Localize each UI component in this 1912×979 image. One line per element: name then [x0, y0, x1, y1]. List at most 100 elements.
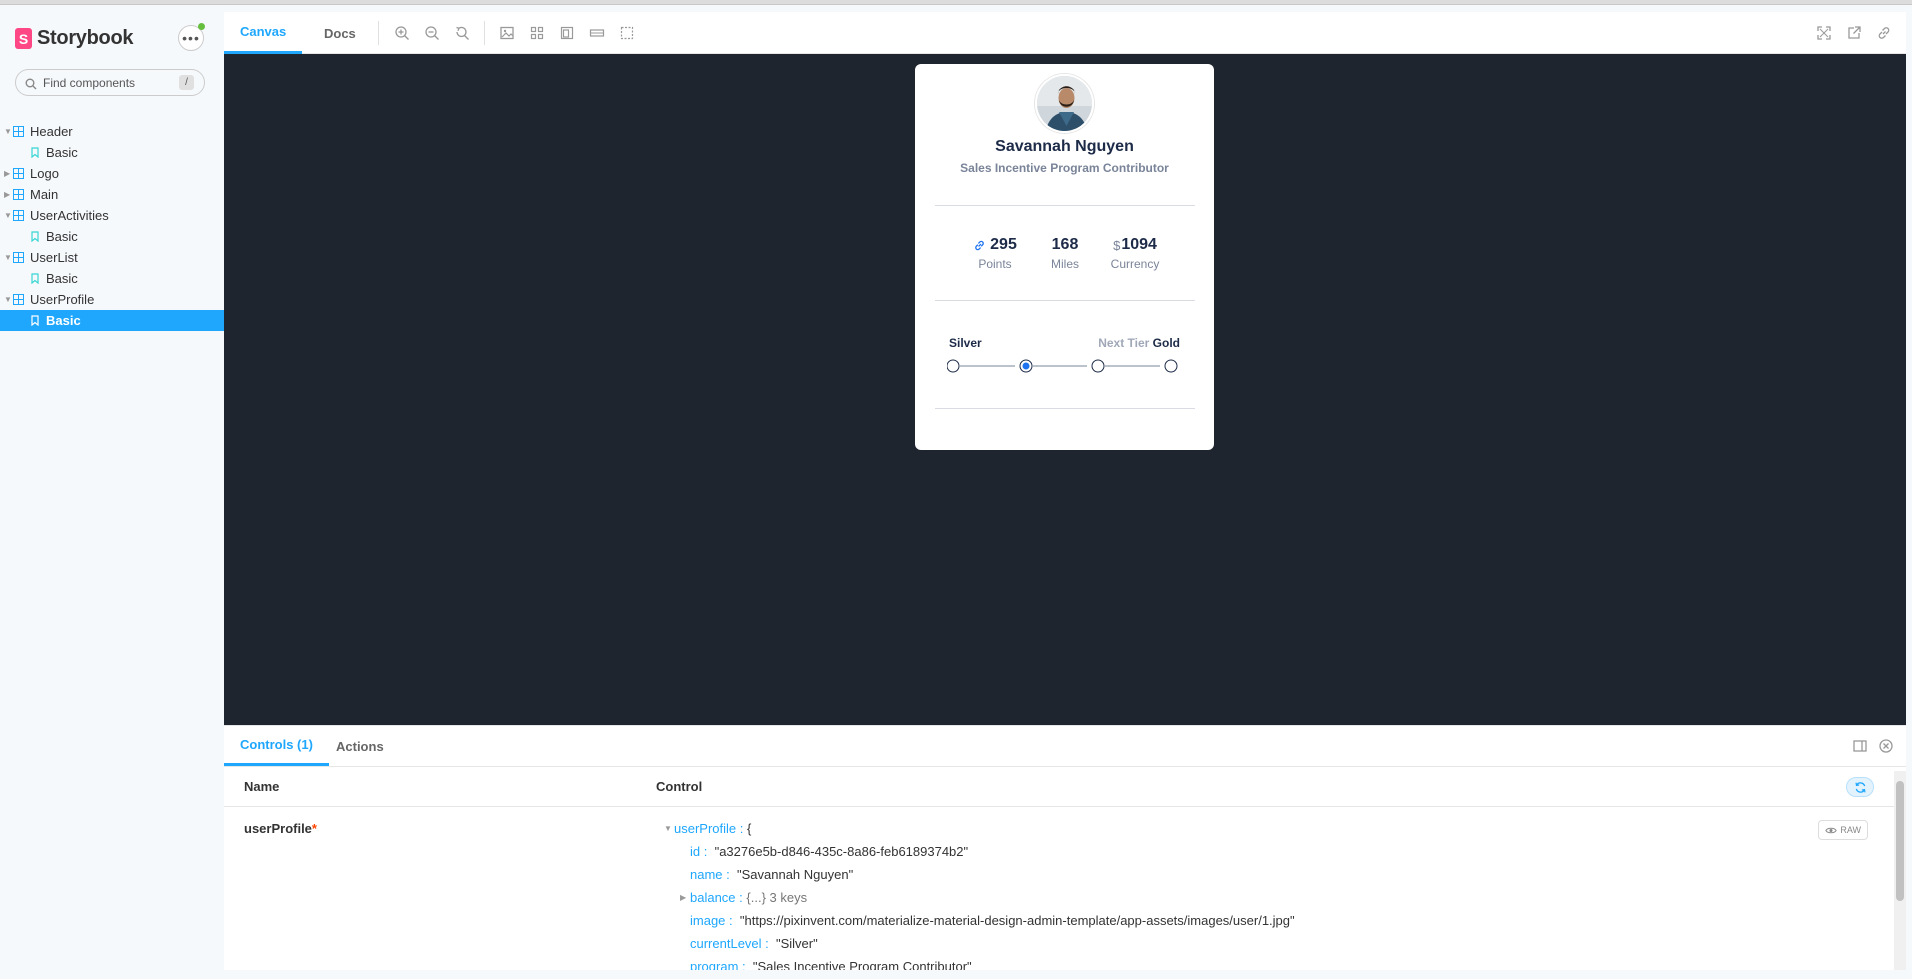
toolbar: Canvas Docs — [224, 12, 1906, 57]
search-input[interactable] — [43, 75, 173, 90]
tab-controls[interactable]: Controls (1) — [224, 726, 329, 766]
tree-item-main[interactable]: ▶ Main — [0, 184, 224, 205]
zoom-reset-icon[interactable] — [454, 25, 470, 41]
stat-value: 168 — [1051, 236, 1079, 253]
user-name: Savannah Nguyen — [995, 138, 1134, 155]
copy-link-icon[interactable] — [1876, 25, 1892, 41]
chevron-down-icon: ▼ — [4, 295, 12, 304]
object-editor[interactable]: ▼ userProfile : { id : "a3276e5b-d846-43… — [660, 819, 1295, 971]
control-name: userProfile* — [244, 821, 317, 836]
search-shortcut-badge: / — [179, 75, 194, 90]
object-property-program[interactable]: program : "Sales Incentive Program Contr… — [690, 957, 1295, 971]
avatar — [1035, 74, 1094, 133]
object-value: "a3276e5b-d846-435c-8a86-feb6189374b2" — [714, 844, 969, 859]
object-collapsed-summary: {...} 3 keys — [746, 890, 808, 905]
tier-stepper — [947, 359, 1178, 373]
update-indicator-badge — [198, 23, 205, 30]
tree-item-userlist[interactable]: ▼ UserList — [0, 247, 224, 268]
tree-item-label: UserList — [30, 250, 78, 265]
controls-table-header: Name Control — [224, 766, 1906, 807]
scrollbar-thumb[interactable] — [1896, 781, 1904, 901]
object-value: "Silver" — [776, 936, 818, 951]
tree-item-story-selected[interactable]: Basic — [0, 310, 224, 331]
search-icon — [25, 77, 37, 89]
object-property-currentlevel[interactable]: currentLevel : "Silver" — [690, 934, 1295, 957]
outline-icon[interactable] — [619, 25, 635, 41]
object-key: id : — [690, 844, 708, 859]
open-new-tab-icon[interactable] — [1846, 25, 1862, 41]
close-icon[interactable] — [1878, 738, 1894, 754]
brand-title: Storybook — [37, 27, 134, 49]
component-icon — [13, 252, 24, 263]
stat-label: Points — [978, 257, 1012, 271]
panel-layout-icon[interactable] — [1852, 738, 1868, 754]
tree-item-header[interactable]: ▼ Header — [0, 121, 224, 142]
chevron-down-icon[interactable]: ▼ — [664, 819, 672, 839]
tree-item-story[interactable]: Basic — [0, 226, 224, 247]
divider — [935, 408, 1195, 409]
step-3 — [1091, 359, 1105, 373]
required-marker: * — [311, 821, 317, 836]
tree-item-story[interactable]: Basic — [0, 268, 224, 289]
component-icon — [13, 210, 24, 221]
user-profile-card: Savannah Nguyen Sales Incentive Program … — [915, 64, 1214, 450]
object-brace: { — [747, 821, 752, 836]
zoom-out-icon[interactable] — [424, 25, 440, 41]
object-value: "https://pixinvent.com/materialize-mater… — [739, 913, 1295, 928]
chevron-down-icon: ▼ — [4, 253, 12, 262]
tree-item-label: Basic — [46, 313, 81, 328]
tree-item-label: Header — [30, 124, 73, 139]
object-value: "Savannah Nguyen" — [736, 867, 854, 882]
object-key: name : — [690, 867, 730, 882]
reset-controls-button[interactable] — [1846, 777, 1874, 797]
stat-points: 295 Points — [965, 236, 1025, 271]
divider — [935, 205, 1195, 206]
step-4 — [1164, 359, 1178, 373]
bookmark-icon — [31, 231, 39, 242]
bookmark-icon — [31, 273, 39, 284]
background-icon[interactable] — [499, 25, 515, 57]
object-key: image : — [690, 913, 733, 928]
control-name-label: userProfile — [244, 821, 312, 836]
component-icon — [13, 189, 24, 200]
raw-toggle-button[interactable]: RAW — [1818, 820, 1868, 840]
tree-item-userprofile[interactable]: ▼ UserProfile — [0, 289, 224, 310]
dollar-icon: $ — [1113, 237, 1121, 253]
brand[interactable]: S Storybook — [15, 27, 134, 50]
search-box: / — [15, 69, 205, 96]
column-header-control: Control — [656, 779, 703, 794]
tab-actions[interactable]: Actions — [328, 726, 392, 766]
object-property-name[interactable]: name : "Savannah Nguyen" — [690, 865, 1295, 888]
object-root-line[interactable]: ▼ userProfile : { — [664, 819, 1295, 842]
object-property-balance[interactable]: ▶ balance : {...} 3 keys — [680, 888, 1295, 911]
bookmark-icon — [31, 147, 39, 158]
sidebar: S Storybook ••• / ▼ Header Basic ▶ Logo … — [0, 5, 224, 979]
grid-icon[interactable] — [529, 25, 545, 41]
component-icon — [13, 168, 24, 179]
tree-item-label: UserProfile — [30, 292, 95, 307]
raw-label: RAW — [1840, 825, 1861, 835]
chevron-right-icon[interactable]: ▶ — [680, 888, 686, 908]
link-icon — [975, 240, 984, 250]
object-property-image[interactable]: image : "https://pixinvent.com/materiali… — [690, 911, 1295, 934]
object-property-id[interactable]: id : "a3276e5b-d846-435c-8a86-feb6189374… — [690, 842, 1295, 865]
component-icon — [13, 126, 24, 137]
object-key: userProfile : — [674, 821, 744, 836]
next-tier: Next Tier Gold — [1098, 336, 1180, 350]
tree-item-logo[interactable]: ▶ Logo — [0, 163, 224, 184]
refresh-icon — [1854, 781, 1866, 793]
tree-item-label: Basic — [46, 145, 78, 160]
tree-item-story[interactable]: Basic — [0, 142, 224, 163]
column-header-name: Name — [244, 779, 280, 794]
tree-item-useractivities[interactable]: ▼ UserActivities — [0, 205, 224, 226]
zoom-in-icon[interactable] — [394, 25, 410, 41]
measure-icon[interactable] — [589, 25, 605, 41]
fullscreen-icon[interactable] — [1816, 25, 1832, 41]
tab-docs[interactable]: Docs — [316, 12, 364, 54]
stat-value: 295 — [990, 236, 1017, 253]
object-key: balance : — [690, 890, 743, 905]
tree-item-label: Basic — [46, 229, 78, 244]
viewport-icon[interactable] — [559, 25, 575, 41]
tab-canvas[interactable]: Canvas — [224, 12, 303, 54]
tree-item-label: Logo — [30, 166, 59, 181]
